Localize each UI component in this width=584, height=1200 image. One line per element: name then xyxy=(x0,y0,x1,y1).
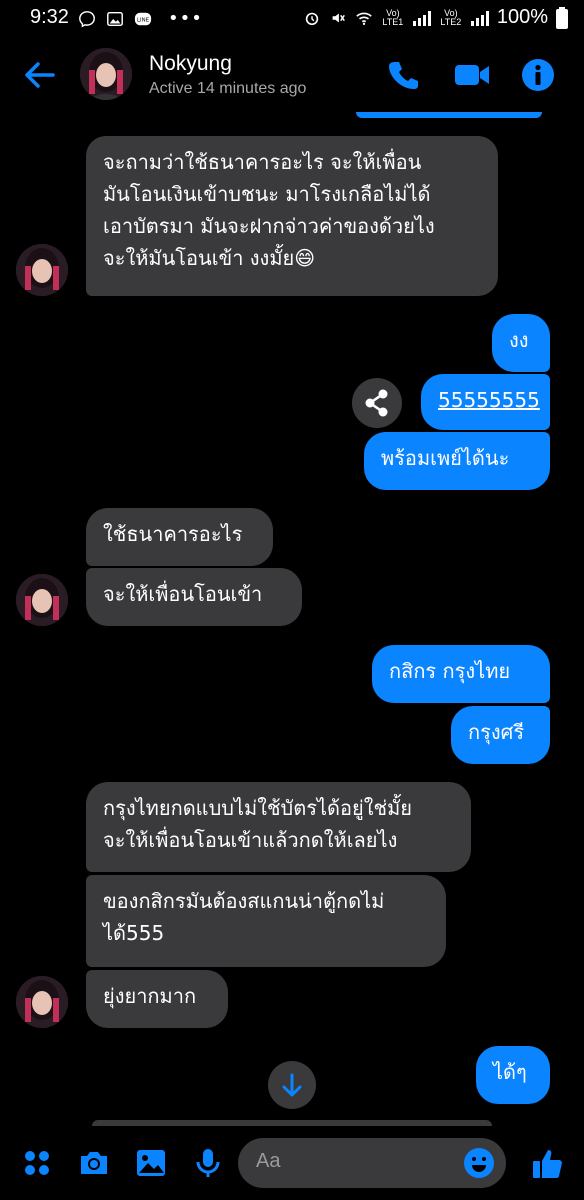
message-input-placeholder: Aa xyxy=(256,1150,281,1172)
sender-avatar xyxy=(16,976,68,1028)
gallery-icon xyxy=(107,11,123,26)
message-input[interactable]: Aa xyxy=(238,1138,506,1188)
outgoing-message[interactable]: ได้ๆ xyxy=(476,1046,550,1104)
svg-text:LINE: LINE xyxy=(137,17,150,23)
arrow-down-icon xyxy=(282,1073,302,1097)
notification-icons: LINE ••• xyxy=(78,8,203,29)
status-time: 9:32 xyxy=(30,6,69,28)
wifi-icon xyxy=(356,12,372,25)
outgoing-message[interactable]: งง xyxy=(492,314,550,372)
messenger-icon xyxy=(79,10,95,27)
previous-message-edge xyxy=(356,112,542,118)
contact-name[interactable]: Nokyung xyxy=(149,52,232,76)
video-call-icon[interactable] xyxy=(453,58,491,92)
outgoing-message[interactable]: พร้อมเพย์ได้นะ xyxy=(364,432,550,490)
composer-bar: Aa xyxy=(0,1126,584,1200)
chat-header: Nokyung Active 14 minutes ago xyxy=(0,40,584,112)
share-button[interactable] xyxy=(352,378,402,428)
emoji-icon[interactable] xyxy=(462,1146,496,1180)
active-status: Active 14 minutes ago xyxy=(149,80,307,97)
back-arrow-icon[interactable] xyxy=(22,57,58,93)
network-lte2: Vo) LTE2 xyxy=(440,7,462,27)
sender-avatar xyxy=(16,244,68,296)
gallery-icon[interactable] xyxy=(134,1146,168,1180)
network-lte1: Vo) LTE1 xyxy=(382,7,404,27)
contact-avatar[interactable] xyxy=(80,48,132,100)
outgoing-message[interactable]: กรุงศรี xyxy=(451,706,550,764)
incoming-message[interactable]: จะให้เพื่อนโอนเข้า xyxy=(86,568,302,626)
thumbs-up-icon[interactable] xyxy=(530,1146,566,1182)
outgoing-message[interactable]: กสิกร กรุงไทย xyxy=(372,645,550,703)
outgoing-message-link[interactable]: 55555555 xyxy=(421,374,550,430)
scroll-to-bottom-button[interactable] xyxy=(268,1061,316,1109)
apps-menu-icon[interactable] xyxy=(20,1146,54,1180)
incoming-message[interactable]: กรุงไทยกดแบบไม่ใช้บัตรได้อยู่ใช่มั้ย จะใ… xyxy=(86,782,471,872)
signal-bars-2-icon xyxy=(470,10,489,26)
mute-icon xyxy=(332,13,345,22)
more-notifications-icon: ••• xyxy=(168,8,203,29)
camera-icon[interactable] xyxy=(77,1146,111,1180)
signal-bars-1-icon xyxy=(412,10,431,26)
info-icon[interactable] xyxy=(521,58,555,92)
status-bar: 9:32 LINE ••• Vo) LTE1 Vo) LTE2 100% xyxy=(0,0,584,36)
line-app-icon: LINE xyxy=(134,12,152,25)
incoming-message[interactable]: ยุ่งยากมาก xyxy=(86,970,228,1028)
system-status: Vo) LTE1 Vo) LTE2 100% xyxy=(303,6,568,29)
phone-call-icon[interactable] xyxy=(386,58,420,92)
battery-icon xyxy=(556,6,568,29)
battery-percent: 100% xyxy=(496,6,548,28)
incoming-message[interactable]: ของกสิกรมันต้องสแกนน่าตู้กดไม่ ได้555 xyxy=(86,875,446,967)
incoming-message[interactable]: ใช้ธนาคารอะไร xyxy=(86,508,273,566)
microphone-icon[interactable] xyxy=(191,1146,225,1180)
sender-avatar xyxy=(16,574,68,626)
share-icon xyxy=(365,389,388,417)
alarm-icon xyxy=(305,12,319,25)
incoming-message[interactable]: จะถามว่าใช้ธนาคารอะไร จะให้เพื่อน มันโอน… xyxy=(86,136,498,296)
